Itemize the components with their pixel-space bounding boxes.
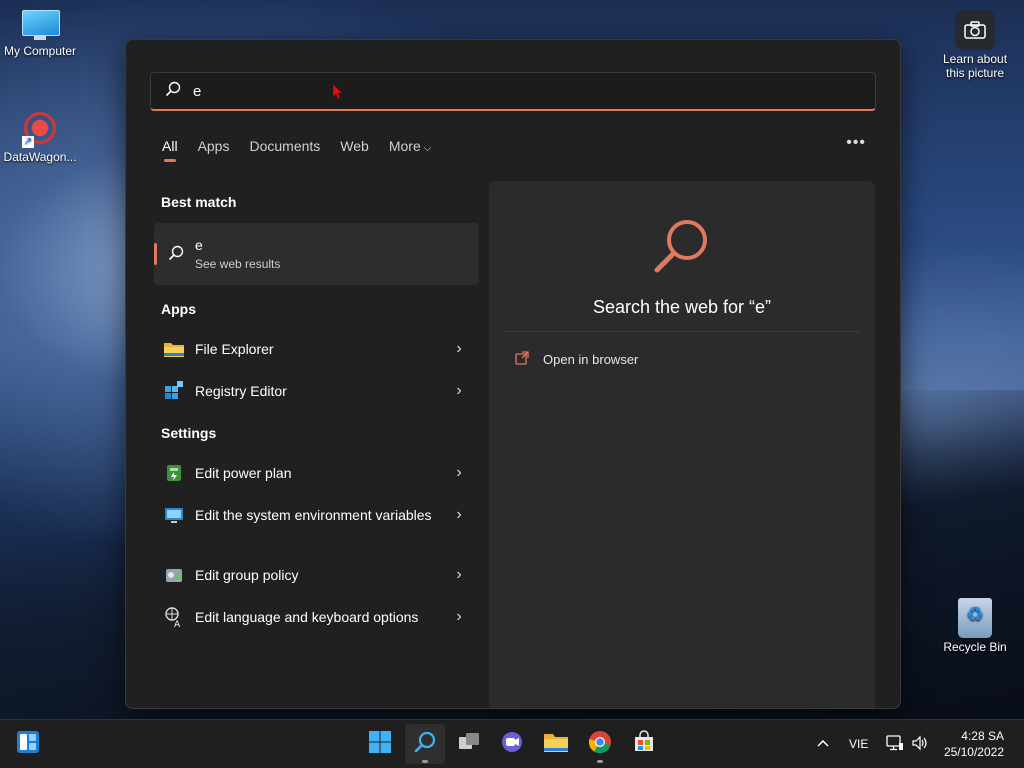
divider (505, 331, 859, 332)
shortcut-arrow-icon: ↗ (22, 136, 34, 148)
widgets-icon (16, 730, 40, 759)
tab-more-label: More (388, 138, 421, 154)
network-button[interactable] (886, 720, 904, 768)
start-button[interactable] (360, 724, 400, 764)
best-match-subtitle: See web results (195, 257, 281, 271)
result-label: File Explorer (195, 341, 274, 357)
store-taskbar-button[interactable] (624, 724, 664, 764)
preview-pane: Search the web for “e” Open in browser (489, 181, 875, 708)
registry-icon (163, 380, 185, 402)
search-icon (168, 245, 184, 266)
result-label: Edit language and keyboard options (195, 609, 419, 625)
chevron-right-icon: › (456, 608, 462, 625)
search-taskbar-button[interactable] (405, 724, 445, 764)
desktop-icon-recycle-bin[interactable]: Recycle Bin (935, 598, 1015, 654)
search-icon (165, 81, 181, 102)
clock[interactable]: 4:28 SA 25/10/2022 (944, 728, 1004, 760)
result-registry-editor[interactable]: Registry Editor › (154, 380, 479, 402)
chat-button[interactable] (492, 724, 532, 764)
preview-title: Search the web for “e” (592, 297, 772, 317)
system-env-icon (163, 504, 185, 526)
search-box[interactable] (150, 72, 876, 111)
file-explorer-taskbar-button[interactable] (536, 724, 576, 764)
folder-icon (163, 338, 185, 360)
tab-apps[interactable]: Apps (198, 138, 230, 162)
selection-indicator (154, 243, 157, 265)
result-label: Edit group policy (195, 567, 299, 583)
recycle-bin-icon (958, 598, 992, 638)
more-options-button[interactable]: ••• (846, 134, 866, 152)
tab-more[interactable]: More ⌵ (389, 138, 432, 162)
chat-icon (500, 730, 524, 759)
chevron-right-icon: › (456, 340, 462, 357)
task-view-icon (457, 730, 481, 759)
search-panel: All Apps Documents Web More⌵ ••• Best ma… (125, 39, 901, 709)
open-in-browser-label: Open in browser (543, 352, 639, 367)
desktop-icon-label: Learn about this picture (942, 52, 1008, 80)
chrome-icon (588, 730, 612, 759)
best-match-heading: Best match (161, 194, 237, 210)
tab-web[interactable]: Web (340, 138, 369, 162)
power-plan-icon (163, 462, 185, 484)
result-edit-language-keyboard[interactable]: A Edit language and keyboard options › (154, 606, 479, 630)
chevron-right-icon: › (456, 506, 462, 523)
tab-all[interactable]: All (162, 138, 178, 162)
desktop-icon-label: DataWagon... (3, 150, 77, 164)
folder-icon (543, 730, 569, 759)
desktop-icon-label: My Computer (3, 44, 77, 58)
open-in-browser-button[interactable]: Open in browser (515, 351, 638, 368)
windows-logo-icon (368, 730, 392, 759)
language-indicator[interactable]: VIE (849, 720, 868, 768)
store-icon (632, 729, 656, 759)
volume-button[interactable] (911, 720, 929, 768)
language-icon: A (163, 606, 185, 630)
desktop-icon-label: Recycle Bin (943, 640, 1007, 654)
external-link-icon (515, 351, 529, 368)
chevron-right-icon: › (456, 382, 462, 399)
result-edit-group-policy[interactable]: Edit group policy › (154, 564, 479, 586)
best-match-title: e (195, 237, 203, 253)
result-file-explorer[interactable]: File Explorer › (154, 338, 479, 360)
chevron-right-icon: › (456, 464, 462, 481)
task-view-button[interactable] (449, 724, 489, 764)
result-edit-power-plan[interactable]: Edit power plan › (154, 462, 479, 484)
best-match-item[interactable]: e See web results (154, 223, 479, 285)
svg-text:A: A (174, 620, 181, 628)
taskbar: VIE 4:28 SA 25/10/2022 (0, 719, 1024, 768)
speaker-icon (911, 735, 929, 754)
search-icon (413, 730, 437, 759)
result-label: Edit power plan (195, 465, 292, 481)
chrome-taskbar-button[interactable] (580, 724, 620, 764)
widgets-button[interactable] (8, 724, 48, 764)
filter-tabs: All Apps Documents Web More ⌵ (162, 138, 451, 162)
group-policy-icon (163, 564, 185, 586)
network-icon (886, 734, 904, 754)
search-input[interactable] (191, 81, 795, 101)
clock-time: 4:28 SA (961, 729, 1004, 743)
desktop-icon-my-computer[interactable]: My Computer (0, 10, 80, 58)
camera-icon (955, 10, 995, 50)
clock-date: 25/10/2022 (943, 745, 1004, 759)
settings-heading: Settings (161, 425, 217, 441)
web-search-icon (652, 216, 712, 281)
computer-icon (20, 10, 60, 42)
show-hidden-icons-button[interactable] (816, 720, 830, 768)
result-label: Registry Editor (195, 383, 287, 399)
tab-documents[interactable]: Documents (249, 138, 320, 162)
apps-heading: Apps (161, 301, 196, 317)
result-edit-system-env[interactable]: Edit the system environment variables › (154, 504, 479, 526)
chevron-right-icon: › (456, 566, 462, 583)
desktop-icon-learn-about-picture[interactable]: Learn about this picture (935, 10, 1015, 80)
chevron-up-icon (816, 737, 830, 751)
chevron-down-icon: ⌵ (423, 143, 432, 154)
datawagon-icon: ↗ (20, 108, 60, 148)
result-label: Edit the system environment variables (195, 507, 432, 523)
desktop-icon-datawagon[interactable]: ↗ DataWagon... (0, 108, 80, 164)
